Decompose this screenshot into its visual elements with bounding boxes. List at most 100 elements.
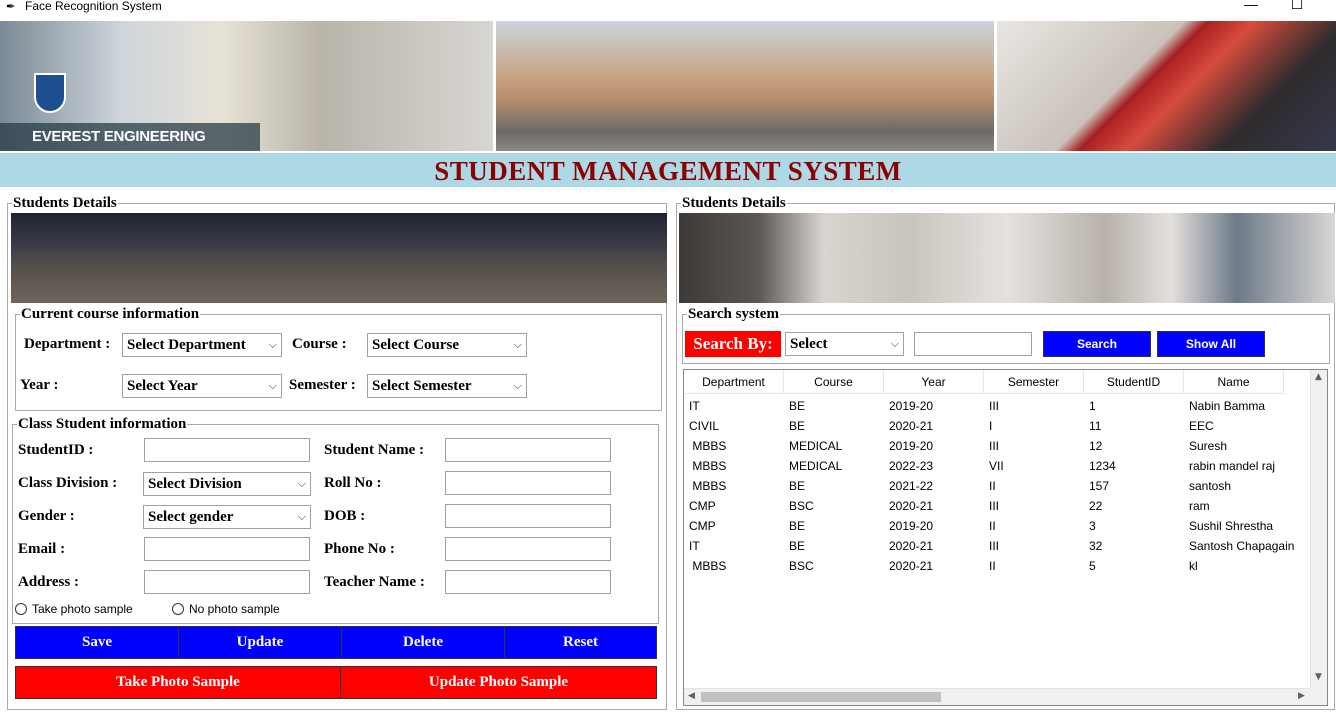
table-cell: IT — [689, 399, 700, 413]
column-header[interactable]: Course — [784, 370, 884, 394]
search-button[interactable]: Search — [1043, 331, 1151, 357]
table-row[interactable]: IT BE 2020-21 III 32 Santosh Chapagain — [684, 536, 1311, 556]
page-title: STUDENT MANAGEMENT SYSTEM — [434, 156, 902, 186]
student-name-input[interactable] — [445, 438, 611, 462]
course-info-frame: Current course information — [15, 306, 662, 411]
table-cell: ram — [1189, 499, 1210, 513]
window-title: Face Recognition System — [25, 0, 162, 13]
minimize-icon[interactable]: — — [1241, 0, 1261, 12]
column-header[interactable]: Department — [684, 370, 784, 394]
table-cell: CIVIL — [689, 419, 720, 433]
roll-no-input[interactable] — [445, 471, 611, 495]
student-table[interactable]: Department Course Year Semester StudentID Nam… — [683, 369, 1328, 706]
vertical-scrollbar[interactable]: ▲ ▼ — [1310, 370, 1327, 688]
table-cell: III — [989, 439, 1000, 453]
chevron-down-icon: ⌵ — [297, 510, 306, 523]
column-header[interactable]: StudentID — [1084, 370, 1184, 394]
horizontal-scroll-thumb[interactable] — [701, 692, 941, 702]
table-cell: 12 — [1089, 439, 1103, 453]
table-cell: CMP — [689, 499, 716, 513]
table-cell: 2020-21 — [889, 559, 934, 573]
course-select[interactable]: Select Course ⌵ — [367, 333, 527, 357]
table-row[interactable]: IT BE 2019-20 III 1 Nabin Bamma — [684, 396, 1311, 416]
student-name-label: Student Name : — [324, 442, 424, 458]
column-header[interactable]: Name — [1184, 370, 1284, 394]
take-photo-sample-button[interactable]: Take Photo Sample — [15, 666, 341, 699]
column-header[interactable]: Year — [884, 370, 984, 394]
address-input[interactable] — [144, 570, 310, 594]
table-cell: 2022-23 — [889, 459, 934, 473]
class-division-select[interactable]: Select Division ⌵ — [143, 472, 311, 496]
table-cell: III — [989, 539, 1000, 553]
class-info-label: Class Student information — [17, 416, 188, 432]
gender-select[interactable]: Select gender ⌵ — [143, 505, 311, 529]
table-row[interactable]: MBBS BE 2021-22 II 157 santosh — [684, 476, 1311, 496]
table-row[interactable]: CMP BSC 2020-21 III 22 ram — [684, 496, 1311, 516]
take-photo-radio[interactable]: Take photo sample — [15, 602, 133, 616]
table-cell: 1234 — [1089, 459, 1116, 473]
phone-input[interactable] — [445, 537, 611, 561]
scroll-left-icon[interactable]: ◀ — [688, 691, 695, 701]
table-cell: 2019-20 — [889, 519, 934, 533]
table-cell: 11 — [1089, 419, 1102, 433]
table-cell: 3 — [1089, 519, 1096, 533]
scroll-right-icon[interactable]: ▶ — [1298, 691, 1305, 701]
show-all-button[interactable]: Show All — [1157, 331, 1265, 357]
table-cell: II — [989, 479, 996, 493]
save-button[interactable]: Save — [15, 626, 179, 659]
table-cell: BE — [789, 479, 806, 493]
email-label: Email : — [18, 541, 66, 557]
search-by-select-value: Select — [790, 336, 828, 352]
column-header[interactable]: Semester — [984, 370, 1084, 394]
scroll-down-icon[interactable]: ▼ — [1315, 672, 1322, 682]
teacher-name-label: Teacher Name : — [324, 574, 425, 590]
table-row[interactable]: MBBS MEDICAL 2019-20 III 12 Suresh — [684, 436, 1311, 456]
college-banner-image: EVEREST ENGINEERING COLLEGE — [0, 21, 493, 151]
chevron-down-icon: ⌵ — [890, 337, 899, 350]
table-row[interactable]: CIVIL BE 2020-21 I 11 EEC — [684, 416, 1311, 436]
roll-no-label: Roll No : — [324, 475, 382, 491]
class-division-value: Select Division — [148, 476, 242, 492]
search-input[interactable] — [914, 332, 1032, 356]
delete-button[interactable]: Delete — [341, 626, 505, 659]
department-label: Department : — [24, 336, 111, 352]
semester-select[interactable]: Select Semester ⌵ — [367, 374, 527, 398]
no-photo-radio[interactable]: No photo sample — [172, 602, 280, 616]
table-cell: Sushil Shrestha — [1189, 519, 1274, 533]
table-cell: MEDICAL — [789, 439, 843, 453]
gender-label: Gender : — [18, 508, 75, 524]
table-cell: 2021-22 — [889, 479, 934, 493]
table-cell: CMP — [689, 519, 716, 533]
table-cell: 2019-20 — [889, 439, 934, 453]
address-label: Address : — [18, 574, 79, 590]
table-row[interactable]: CMP BE 2019-20 II 3 Sushil Shrestha — [684, 516, 1311, 536]
window-titlebar: ✒ Face Recognition System — ☐ — [0, 0, 1336, 14]
update-photo-sample-button[interactable]: Update Photo Sample — [340, 666, 657, 699]
phone-label: Phone No : — [324, 541, 395, 557]
table-row[interactable]: MBBS BSC 2020-21 II 5 kl — [684, 556, 1311, 576]
email-input[interactable] — [144, 537, 310, 561]
table-row[interactable]: MBBS MEDICAL 2022-23 VII 1234 rabin mandel ra… — [684, 456, 1311, 476]
table-cell: VII — [989, 459, 1004, 473]
update-button[interactable]: Update — [178, 626, 342, 659]
department-select[interactable]: Select Department ⌵ — [122, 333, 282, 357]
scroll-up-icon[interactable]: ▲ — [1315, 372, 1322, 382]
class-division-label: Class Division : — [18, 475, 118, 491]
table-cell: santosh — [1189, 479, 1232, 493]
table-cell: I — [989, 419, 993, 433]
year-select[interactable]: Select Year ⌵ — [122, 374, 282, 398]
search-by-select[interactable]: Select ⌵ — [785, 332, 904, 356]
table-cell: rabin mandel raj — [1189, 459, 1276, 473]
student-id-input[interactable] — [144, 438, 310, 462]
dob-input[interactable] — [445, 504, 611, 528]
maximize-icon[interactable]: ☐ — [1287, 0, 1307, 13]
no-photo-radio-label: No photo sample — [189, 602, 280, 616]
table-cell: Santosh Chapagain — [1189, 539, 1295, 553]
teacher-name-input[interactable] — [445, 570, 611, 594]
reset-button[interactable]: Reset — [504, 626, 657, 659]
table-cell: 2020-21 — [889, 419, 934, 433]
students-night-photo — [11, 213, 667, 303]
right-frame-label: Students Details — [681, 195, 787, 211]
feather-icon: ✒ — [6, 1, 16, 13]
horizontal-scrollbar[interactable]: ◀ ▶ — [684, 688, 1311, 705]
